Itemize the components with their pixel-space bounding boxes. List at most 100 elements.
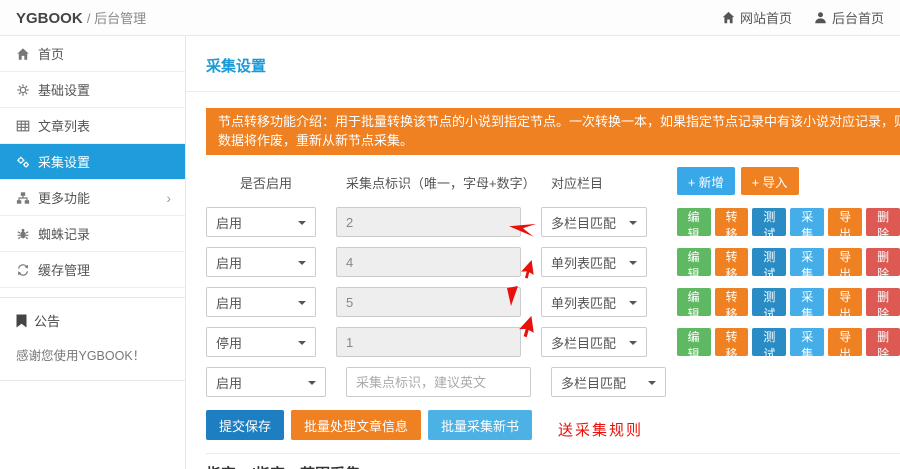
identifier-input[interactable] — [346, 367, 531, 397]
chevron-down-icon — [629, 261, 637, 265]
notice-line-1: 节点转移功能介绍：用于批量转换该节点的小说到指定节点。一次转换一本，如果指定节点… — [218, 112, 900, 131]
sidebar-item-label: 文章列表 — [38, 116, 171, 135]
chevron-right-icon: › — [166, 190, 171, 206]
identifier-input[interactable] — [336, 207, 521, 237]
header-enabled: 是否启用 — [206, 173, 326, 192]
sidebar-item-label: 蜘蛛记录 — [38, 224, 171, 243]
next-section-title: 指定ID/指定ID范围采集 — [206, 463, 900, 469]
table-row: 启用 多栏目匹配 编辑 转移 测试 采集 导出 删除 — [206, 207, 900, 237]
sidebar-item-label: 基础设置 — [38, 80, 171, 99]
collect-button[interactable]: 采集 — [790, 208, 824, 236]
sidebar: 首页 基础设置 文章列表 采集设置 更多功能 › 蜘蛛记录 缓存管理 — [0, 36, 186, 469]
edit-button[interactable]: 编辑 — [677, 328, 711, 356]
transfer-button[interactable]: 转移 — [715, 328, 749, 356]
sidebar-item-article-list[interactable]: 文章列表 — [0, 108, 185, 144]
chevron-down-icon — [308, 381, 316, 385]
sidebar-item-spider-records[interactable]: 蜘蛛记录 — [0, 216, 185, 252]
identifier-input[interactable] — [336, 247, 521, 277]
home-icon — [16, 47, 30, 61]
test-button[interactable]: 测试 — [752, 248, 786, 276]
gears-icon — [16, 155, 30, 169]
sidebar-item-basic-settings[interactable]: 基础设置 — [0, 72, 185, 108]
enabled-select[interactable]: 启用 — [206, 287, 316, 317]
add-button[interactable]: + 新增 — [677, 167, 735, 195]
sitemap-icon — [16, 191, 30, 205]
import-button[interactable]: + 导入 — [741, 167, 799, 195]
enabled-select[interactable]: 启用 — [206, 207, 316, 237]
brand-name: YGBOOK — [16, 10, 83, 27]
collect-button[interactable]: 采集 — [790, 288, 824, 316]
table-row: 停用 多栏目匹配 编辑 转移 测试 采集 导出 删除 — [206, 327, 900, 357]
bug-icon — [16, 227, 30, 241]
transfer-button[interactable]: 转移 — [715, 248, 749, 276]
collect-button[interactable]: 采集 — [790, 248, 824, 276]
export-button[interactable]: 导出 — [828, 288, 862, 316]
announcement-text: 感谢您使用YGBOOK！ — [16, 345, 169, 364]
column-select[interactable]: 单列表匹配 — [541, 247, 647, 277]
red-annotation-text: 送采集规则 — [558, 419, 643, 440]
chevron-down-icon — [629, 301, 637, 305]
sidebar-item-more-features[interactable]: 更多功能 › — [0, 180, 185, 216]
batch-process-articles-button[interactable]: 批量处理文章信息 — [291, 410, 421, 440]
edit-button[interactable]: 编辑 — [677, 248, 711, 276]
batch-collect-new-books-button[interactable]: 批量采集新书 — [428, 410, 532, 440]
sidebar-item-cache-management[interactable]: 缓存管理 — [0, 252, 185, 288]
export-button[interactable]: 导出 — [828, 248, 862, 276]
user-icon — [814, 11, 827, 24]
table-header: 是否启用 采集点标识（唯一，字母+数字） 对应栏目 + 新增 + 导入 — [206, 167, 900, 197]
delete-button[interactable]: 删除 — [866, 328, 900, 356]
edit-button[interactable]: 编辑 — [677, 288, 711, 316]
notice-line-2: 数据将作废，重新从新节点采集。 — [218, 131, 900, 150]
test-button[interactable]: 测试 — [752, 208, 786, 236]
transfer-button[interactable]: 转移 — [715, 208, 749, 236]
site-home-link[interactable]: 网站首页 — [722, 8, 792, 27]
identifier-input[interactable] — [336, 327, 521, 357]
column-select[interactable]: 多栏目匹配 — [551, 367, 666, 397]
enabled-select[interactable]: 启用 — [206, 247, 316, 277]
test-button[interactable]: 测试 — [752, 288, 786, 316]
identifier-input[interactable] — [336, 287, 521, 317]
table-row: 启用 单列表匹配 编辑 转移 测试 采集 导出 删除 — [206, 247, 900, 277]
table-icon — [16, 119, 30, 133]
test-button[interactable]: 测试 — [752, 328, 786, 356]
table-row: 启用 单列表匹配 编辑 转移 测试 采集 导出 删除 — [206, 287, 900, 317]
home-icon — [722, 11, 735, 24]
bookmark-icon — [16, 314, 27, 328]
sidebar-item-label: 采集设置 — [38, 152, 171, 171]
submit-save-button[interactable]: 提交保存 — [206, 410, 284, 440]
column-select[interactable]: 多栏目匹配 — [541, 207, 647, 237]
export-button[interactable]: 导出 — [828, 208, 862, 236]
admin-home-label: 后台首页 — [832, 8, 884, 27]
export-button[interactable]: 导出 — [828, 328, 862, 356]
enabled-select[interactable]: 启用 — [206, 367, 326, 397]
enabled-select[interactable]: 停用 — [206, 327, 316, 357]
topbar-links: 网站首页 后台首页 — [722, 8, 884, 27]
transfer-button[interactable]: 转移 — [715, 288, 749, 316]
delete-button[interactable]: 删除 — [866, 288, 900, 316]
page-title: 采集设置 — [186, 36, 900, 92]
refresh-icon — [16, 263, 30, 277]
announcement-title: 公告 — [34, 311, 60, 330]
notice-banner: 节点转移功能介绍：用于批量转换该节点的小说到指定节点。一次转换一本，如果指定节点… — [206, 108, 900, 155]
collect-button[interactable]: 采集 — [790, 328, 824, 356]
delete-button[interactable]: 删除 — [866, 248, 900, 276]
announcement-panel: 公告 感谢您使用YGBOOK！ — [0, 297, 185, 381]
header-column: 对应栏目 — [551, 173, 666, 192]
chevron-down-icon — [298, 341, 306, 345]
chevron-down-icon — [298, 301, 306, 305]
column-select[interactable]: 多栏目匹配 — [541, 327, 647, 357]
chevron-down-icon — [648, 381, 656, 385]
delete-button[interactable]: 删除 — [866, 208, 900, 236]
chevron-down-icon — [298, 261, 306, 265]
sidebar-item-collection-settings[interactable]: 采集设置 — [0, 144, 185, 180]
sidebar-item-home[interactable]: 首页 — [0, 36, 185, 72]
topbar: YGBOOK / 后台管理 网站首页 后台首页 — [0, 0, 900, 36]
column-select[interactable]: 单列表匹配 — [541, 287, 647, 317]
brand: YGBOOK / 后台管理 — [16, 8, 146, 27]
brand-subtitle: 后台管理 — [94, 11, 146, 26]
admin-home-link[interactable]: 后台首页 — [814, 8, 884, 27]
sidebar-item-label: 缓存管理 — [38, 260, 171, 279]
main-content: 采集设置 节点转移功能介绍：用于批量转换该节点的小说到指定节点。一次转换一本，如… — [186, 36, 900, 469]
edit-button[interactable]: 编辑 — [677, 208, 711, 236]
sidebar-item-label: 首页 — [38, 44, 171, 63]
